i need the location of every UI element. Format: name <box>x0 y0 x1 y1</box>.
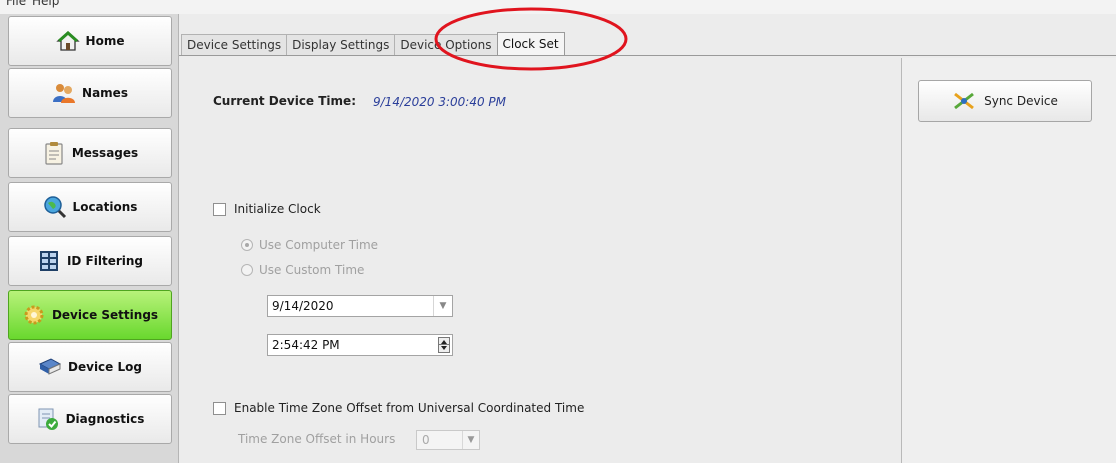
tab-divider <box>179 55 1116 56</box>
clock-set-panel: Current Device Time: 9/14/2020 3:00:40 P… <box>189 58 901 463</box>
timezone-offset-checkbox[interactable] <box>213 402 226 415</box>
home-icon <box>55 30 80 51</box>
date-picker[interactable]: 9/14/2020 ▼ <box>267 295 453 317</box>
use-computer-time-radio[interactable] <box>241 239 253 251</box>
sidebar: Home Names Messages Locations ID Filteri… <box>0 14 179 463</box>
id-grid-icon <box>39 251 58 271</box>
menu-file[interactable]: File <box>6 0 26 8</box>
time-spinner[interactable]: 2:54:42 PM <box>267 334 453 356</box>
timezone-hours-value: 0 <box>422 433 430 447</box>
chevron-down-icon[interactable]: ▼ <box>462 431 479 449</box>
sidebar-item-label: ID Filtering <box>66 254 144 268</box>
action-panel: Sync Device <box>901 58 1116 463</box>
tab-clock-set[interactable]: Clock Set <box>496 32 565 55</box>
tab-device-settings[interactable]: Device Settings <box>181 34 288 55</box>
timezone-hours-select[interactable]: 0 ▼ <box>416 430 480 450</box>
date-value: 9/14/2020 <box>272 299 334 313</box>
sidebar-item-label: Device Log <box>68 360 142 374</box>
time-value: 2:54:42 PM <box>272 338 340 352</box>
initialize-clock-label: Initialize Clock <box>234 202 321 216</box>
timezone-offset-label: Enable Time Zone Offset from Universal C… <box>234 401 585 415</box>
timezone-hours-label: Time Zone Offset in Hours <box>238 432 396 446</box>
globe-search-icon <box>43 196 66 219</box>
sidebar-item-label: Messages <box>71 146 139 160</box>
tab-device-options[interactable]: Device Options <box>394 34 498 55</box>
current-time-value: 9/14/2020 3:00:40 PM <box>373 95 507 109</box>
sidebar-item-names[interactable]: Names <box>8 68 172 118</box>
sync-device-button[interactable]: Sync Device <box>918 80 1092 122</box>
sidebar-item-diagnostics[interactable]: Diagnostics <box>8 394 172 444</box>
use-custom-time-label: Use Custom Time <box>259 263 365 277</box>
menu-bar: File Help <box>0 0 1116 14</box>
book-icon <box>38 358 62 375</box>
menu-help[interactable]: Help <box>32 0 59 8</box>
use-computer-time-label: Use Computer Time <box>259 238 379 252</box>
chevron-down-icon[interactable]: ▼ <box>433 296 452 316</box>
sidebar-item-label: Home <box>85 34 125 48</box>
sidebar-item-device-settings[interactable]: Device Settings <box>8 290 172 340</box>
sidebar-item-id-filtering[interactable]: ID Filtering <box>8 236 172 286</box>
use-custom-time-radio[interactable] <box>241 264 253 276</box>
tab-strip: Device Settings Display Settings Device … <box>181 32 565 55</box>
sidebar-item-device-log[interactable]: Device Log <box>8 342 172 392</box>
sidebar-item-label: Device Settings <box>51 308 159 322</box>
sidebar-item-messages[interactable]: Messages <box>8 128 172 178</box>
initialize-clock-checkbox[interactable] <box>213 203 226 216</box>
sidebar-item-label: Diagnostics <box>65 412 145 426</box>
tab-display-settings[interactable]: Display Settings <box>286 34 396 55</box>
diagnostics-icon <box>38 408 58 430</box>
sync-icon <box>954 92 975 110</box>
gear-icon <box>24 305 44 325</box>
sync-device-label: Sync Device <box>984 94 1058 108</box>
spin-arrows-icon[interactable] <box>438 337 450 353</box>
sidebar-item-label: Names <box>82 86 128 100</box>
clipboard-icon <box>45 142 63 165</box>
sidebar-item-label: Locations <box>72 200 138 214</box>
sidebar-item-locations[interactable]: Locations <box>8 182 172 232</box>
current-time-label: Current Device Time: <box>213 94 356 108</box>
main-panel: Device Settings Display Settings Device … <box>179 14 1116 463</box>
people-icon <box>53 84 76 103</box>
sidebar-item-home[interactable]: Home <box>8 16 172 66</box>
